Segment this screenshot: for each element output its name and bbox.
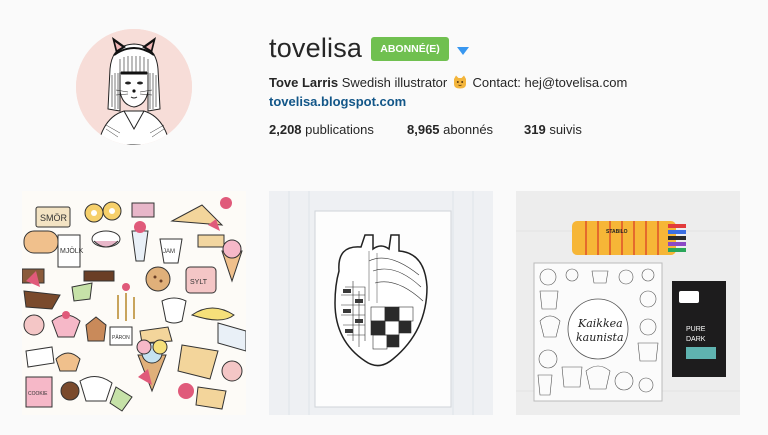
profile-username: tovelisa	[269, 33, 363, 63]
stat-followers-count: 8,965	[407, 122, 440, 137]
stat-following-count: 319	[524, 122, 546, 137]
svg-text:MJÖLK: MJÖLK	[60, 247, 84, 255]
svg-text:COOKIE: COOKIE	[28, 391, 48, 397]
cat-emoji-icon	[453, 75, 467, 92]
stat-following-label: suivis	[549, 122, 582, 137]
svg-text:kaunista: kaunista	[576, 331, 624, 344]
options-dropdown-icon[interactable]	[456, 43, 470, 55]
bio-contact: Contact: hej@tovelisa.com	[472, 75, 628, 90]
svg-text:JAM: JAM	[163, 249, 175, 255]
bio-text: Swedish illustrator	[341, 75, 448, 90]
profile-full-name: Tove Larris	[269, 75, 339, 90]
stat-following[interactable]: 319 suivis	[524, 122, 582, 137]
profile-website-link[interactable]: tovelisa.blogspot.com	[269, 94, 406, 109]
svg-text:SMÖR: SMÖR	[40, 213, 68, 223]
svg-text:DARK: DARK	[686, 336, 706, 343]
svg-text:PURE: PURE	[686, 326, 706, 333]
profile-bio: Tove Larris Swedish illustrator Contact:…	[269, 75, 627, 92]
svg-text:SYLT: SYLT	[190, 279, 208, 286]
svg-text:Kaikkea: Kaikkea	[577, 317, 623, 330]
stat-posts-count: 2,208	[269, 122, 302, 137]
profile-avatar[interactable]	[76, 29, 192, 145]
stat-posts-label: publications	[305, 122, 374, 137]
stat-followers-label: abonnés	[443, 122, 494, 137]
stat-posts: 2,208 publications	[269, 122, 374, 137]
following-button[interactable]: ABONNÉ(E)	[371, 37, 449, 61]
stat-followers[interactable]: 8,965 abonnés	[407, 122, 493, 137]
post-thumbnail-heart[interactable]	[269, 191, 493, 415]
svg-text:STABILO: STABILO	[606, 229, 628, 235]
svg-text:PÄRON: PÄRON	[112, 334, 130, 341]
post-thumbnail-food-pattern[interactable]: SMÖR MJÖLK JAM SYLT PÄRON COOKIE	[22, 191, 246, 415]
post-thumbnail-coloring-book[interactable]: STABILO Kaikkea kaunista PURE DARK	[516, 191, 740, 415]
